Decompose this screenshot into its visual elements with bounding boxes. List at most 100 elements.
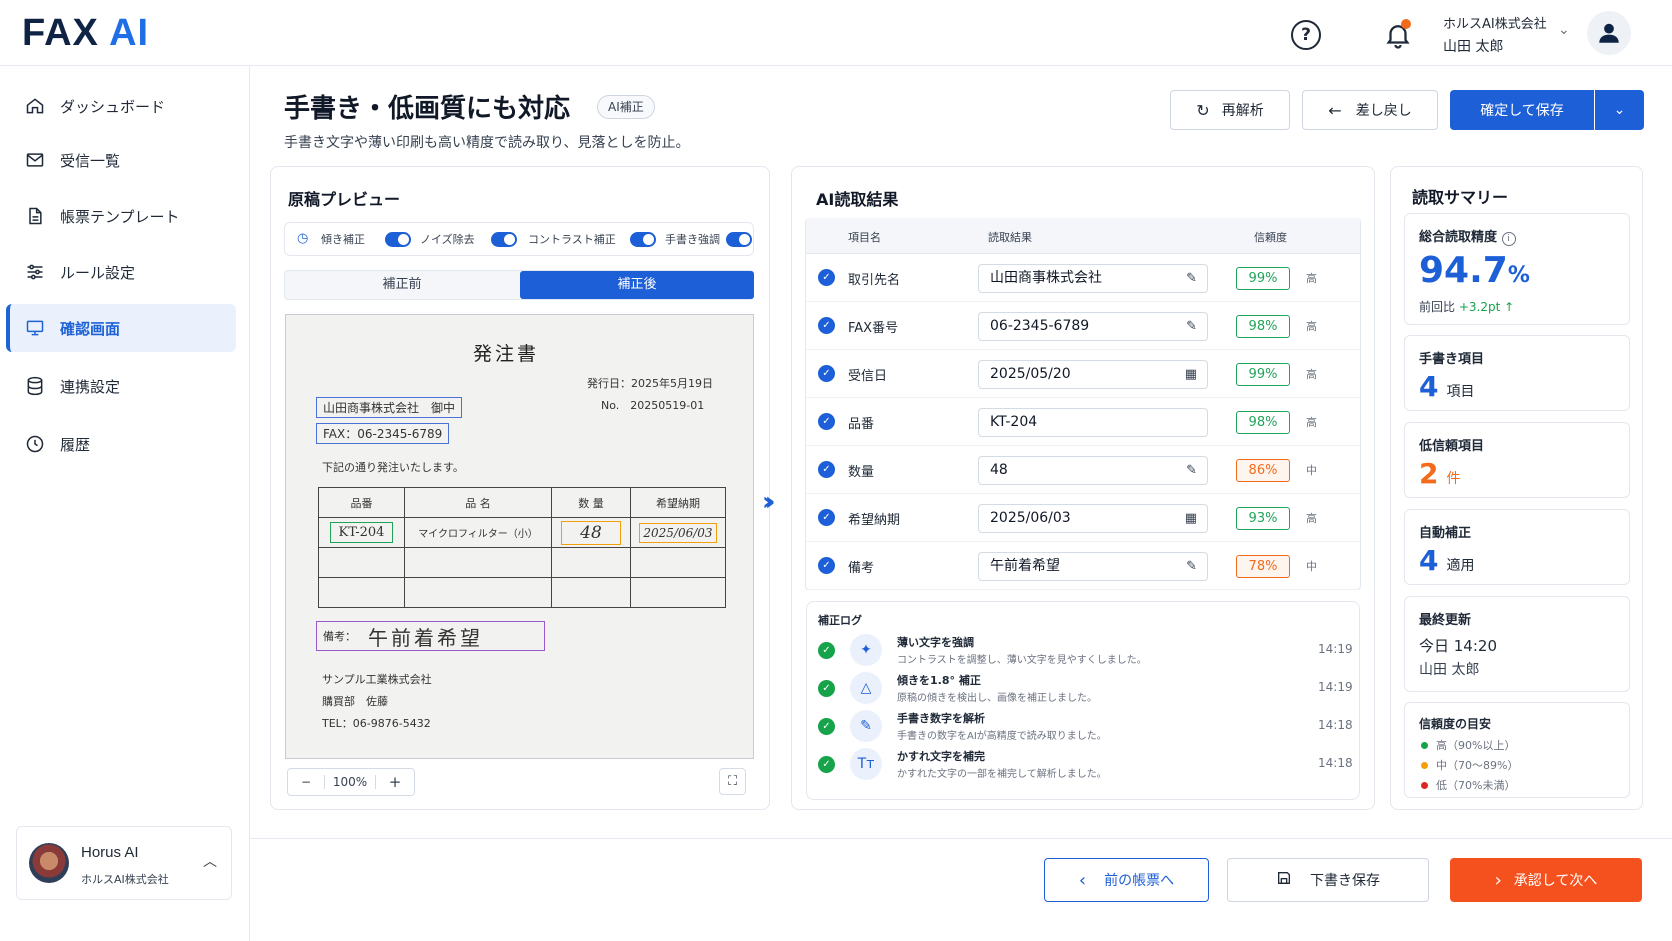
pencil-icon: ✎ (850, 710, 882, 742)
confidence-badge: 86% (1236, 459, 1290, 482)
sidebar-item-label: 確認画面 (60, 319, 121, 338)
log-item-title: 手書き数字を解析 (897, 712, 985, 725)
sidebar-item-templates[interactable]: 帳票テンプレート (6, 192, 236, 240)
result-field-label: 受信日 (848, 369, 888, 384)
user-avatar[interactable] (1587, 11, 1631, 55)
log-item-title: かすれ文字を補完 (897, 750, 985, 763)
log-item-desc: かすれた文字の一部を補完して解析しました。 (897, 769, 1107, 780)
result-field-label: 希望納期 (848, 513, 901, 528)
sidebar-item-history[interactable]: 履歴 (6, 420, 236, 468)
preview-title: 原稿プレビュー (288, 190, 401, 209)
legend-title: 信頼度の目安 (1419, 717, 1492, 731)
handwritten-label: 手書き項目 (1419, 352, 1485, 367)
result-value-field[interactable]: 山田商事株式会社 ✎ (978, 264, 1208, 293)
check-circle-icon: ✓ (818, 461, 835, 478)
sparkle-icon: ✦ (850, 634, 882, 666)
tab-before[interactable]: 補正前 (285, 271, 519, 299)
calendar-icon[interactable]: ▦ (1185, 361, 1197, 388)
confirm-save-button[interactable]: 確定して保存 (1450, 90, 1594, 130)
sendback-button[interactable]: ← 差し戻し (1302, 90, 1438, 130)
order-table: 品番 品 名 数 量 希望納期 KT-204 マイクロフィルター（小） 48 2… (318, 487, 726, 608)
toggle-switch[interactable] (490, 231, 517, 247)
page-subtitle: 手書き文字や薄い印刷も高い精度で読み取り、見落としを防止。 (284, 135, 690, 151)
confidence-badge: 98% (1236, 411, 1290, 434)
help-icon[interactable]: ? (1291, 20, 1321, 50)
doc-recipient: 山田商事株式会社 御中 (316, 397, 463, 418)
calendar-icon[interactable]: ▦ (1185, 505, 1197, 532)
chevron-up-icon[interactable]: ︿ (203, 851, 217, 871)
sidebar-item-inbox[interactable]: 受信一覧 (6, 136, 236, 184)
toggle-switch[interactable] (726, 231, 752, 247)
sidebar-item-rules[interactable]: ルール設定 (6, 248, 236, 296)
result-value-field[interactable]: 2025/06/03 ▦ (978, 504, 1208, 533)
log-item-desc: コントラストを調整し、薄い文字を見やすくしました。 (897, 655, 1147, 666)
sidebar-item-label: 履歴 (60, 435, 91, 454)
prev-document-button[interactable]: ‹ 前の帳票へ (1044, 858, 1209, 902)
sidebar-item-label: 連携設定 (60, 377, 121, 396)
zoom-out-button[interactable]: − (288, 775, 324, 789)
document-icon (24, 205, 46, 227)
sidebar-item-review[interactable]: 確認画面 (6, 304, 236, 352)
accuracy-delta: 前回比 +3.2pt ↑ (1419, 300, 1515, 314)
doc-col-header: 品 名 (404, 487, 552, 518)
log-item-title: 傾きを1.8° 補正 (897, 674, 981, 687)
edit-icon[interactable]: ✎ (1186, 313, 1197, 340)
doc-number: No. 20250519-01 (601, 399, 705, 412)
home-icon (24, 95, 46, 117)
account-chevron-down-icon[interactable]: ⌄ (1558, 22, 1570, 38)
result-value-field[interactable]: 2025/05/20 ▦ (978, 360, 1208, 389)
toggle-switch[interactable] (385, 231, 411, 247)
toggle-noise[interactable]: ノイズ除去 (420, 231, 517, 247)
sidebar-item-dashboard[interactable]: ダッシュボード (6, 82, 236, 130)
confidence-level: 中 (1306, 560, 1317, 573)
toggle-handwriting[interactable]: 手書き強調 (665, 231, 752, 247)
toggle-tilt[interactable]: 傾き補正 (321, 231, 411, 247)
save-draft-button[interactable]: 下書き保存 (1227, 858, 1429, 902)
result-value-field[interactable]: 午前着希望 ✎ (978, 552, 1208, 581)
confidence-level: 高 (1306, 272, 1317, 285)
result-value-field[interactable]: 06-2345-6789 ✎ (978, 312, 1208, 341)
edit-icon[interactable]: ✎ (1186, 553, 1197, 580)
check-circle-icon: ✓ (818, 317, 835, 334)
user-card-company: ホルスAI株式会社 (81, 873, 169, 886)
doc-note: 下記の通り発注いたします。 (322, 461, 464, 474)
result-value-field[interactable]: 48 ✎ (978, 456, 1208, 485)
edit-icon[interactable]: ✎ (1186, 265, 1197, 292)
info-icon[interactable]: i (1501, 232, 1516, 246)
fax-document-preview[interactable]: 発注書 発行日：2025年5月19日 No. 20250519-01 山田商事株… (285, 314, 754, 759)
app-logo[interactable]: FAX AI (22, 12, 149, 55)
log-item-time: 14:18 (1318, 756, 1353, 770)
ai-correction-tag: AI補正 (597, 95, 655, 119)
summary-title: 読取サマリー (1412, 188, 1509, 207)
zoom-in-button[interactable]: + (376, 773, 414, 791)
auto-correction-card: 自動補正 4 適用 (1404, 509, 1630, 585)
reanalyze-button[interactable]: ↻ 再解析 (1170, 90, 1290, 130)
confidence-level: 高 (1306, 512, 1317, 525)
confidence-badge: 93% (1236, 507, 1290, 530)
fullscreen-icon[interactable]: ⛶ (719, 768, 746, 795)
check-circle-icon: ✓ (818, 718, 835, 735)
result-field-label: FAX番号 (848, 321, 899, 336)
user-card[interactable]: Horus AI ホルスAI株式会社 ︿ (16, 826, 232, 900)
doc-cell: 48 (551, 517, 631, 548)
doc-cell: マイクロフィルター（小） (404, 517, 552, 548)
result-row: ✓ FAX番号 06-2345-6789 ✎ 98% 高 (806, 302, 1360, 350)
correction-toggles: ◷ 傾き補正 ノイズ除去 コントラスト補正 手書き強調 (284, 222, 754, 256)
result-value-field[interactable]: KT-204 (978, 408, 1208, 437)
tab-after[interactable]: 補正後 (520, 271, 754, 299)
doc-sender-dept: 購買部 佐藤 (322, 695, 388, 708)
col-header-value: 読取結果 (988, 231, 1032, 244)
arrow-up-icon: ↑ (1504, 300, 1515, 314)
toggle-switch[interactable] (629, 231, 656, 247)
notification-dot (1401, 19, 1411, 29)
edit-icon[interactable]: ✎ (1186, 457, 1197, 484)
last-updated-label: 最終更新 (1419, 613, 1472, 628)
toggle-contrast[interactable]: コントラスト補正 (528, 231, 656, 247)
sidebar-item-integration[interactable]: 連携設定 (6, 362, 236, 410)
arrow-left-icon: ← (1328, 100, 1342, 120)
confirm-save-dropdown[interactable]: ⌄ (1595, 90, 1644, 130)
notification-bell-icon[interactable] (1383, 19, 1413, 50)
adjust-icon: ◷ (297, 231, 309, 246)
accuracy-card: 総合読取精度 i 94.7% 前回比 +3.2pt ↑ (1404, 213, 1630, 325)
approve-next-button[interactable]: › 承認して次へ (1450, 858, 1642, 902)
